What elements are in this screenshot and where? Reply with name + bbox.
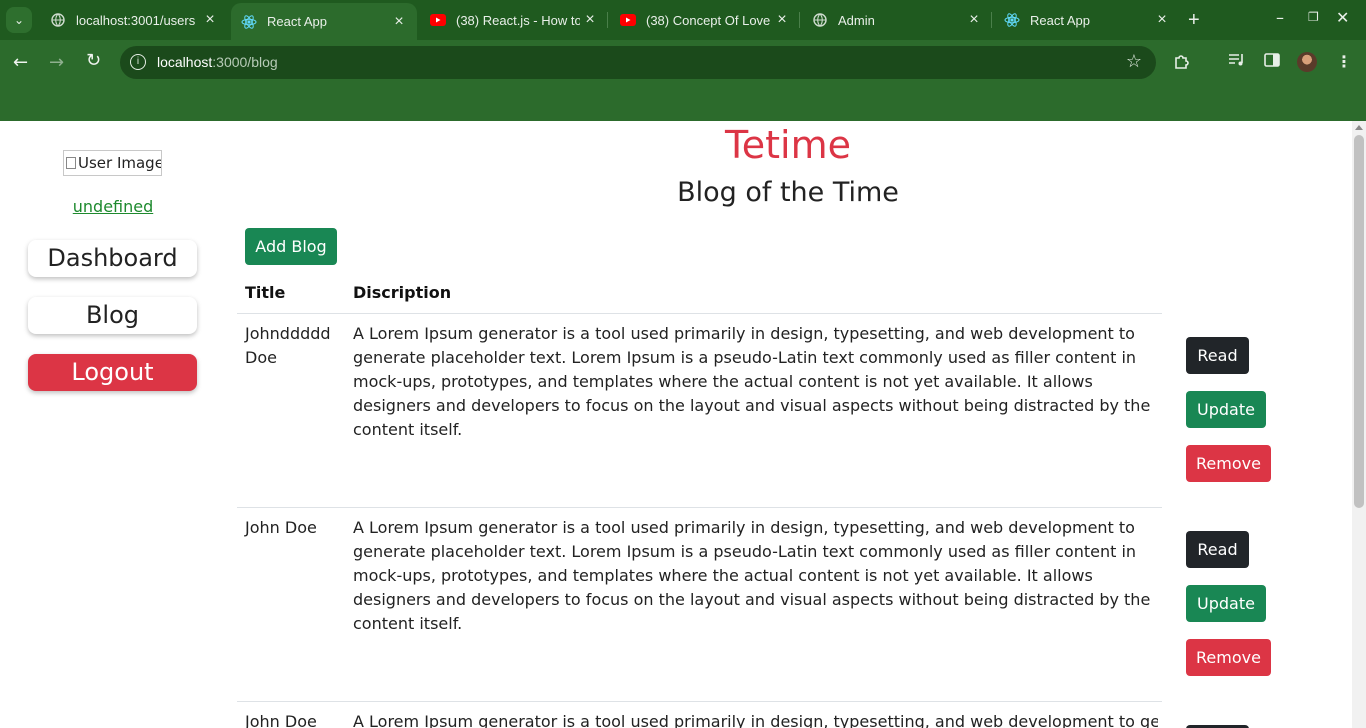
profile-avatar[interactable] [1297,52,1317,72]
close-tab-icon[interactable]: × [580,11,600,29]
close-tab-icon[interactable]: × [964,11,984,29]
tab-title: (38) Concept Of Love [646,12,771,28]
page-scrollbar[interactable] [1352,121,1366,728]
table-row-divider [237,507,1162,508]
close-tab-icon[interactable]: × [389,13,409,31]
new-tab-icon[interactable]: + [1188,9,1200,32]
column-header-description: Discription [353,283,452,302]
scroll-up-arrow-icon[interactable] [1355,125,1363,130]
react-icon [241,14,257,30]
globe-icon [50,12,66,28]
tab-title: (38) React.js - How to [456,12,580,28]
forward-icon[interactable]: → [49,52,64,73]
table-cell-description: A Lorem Ipsum generator is a tool used p… [353,518,1151,633]
tab-title: React App [1030,12,1090,28]
logout-button[interactable]: Logout [28,354,197,391]
remove-button[interactable]: Remove [1186,445,1271,482]
minimize-icon[interactable]: – [1276,8,1284,27]
site-info-icon[interactable]: i [130,54,146,70]
site-brand: Tetime [725,123,851,167]
back-icon[interactable]: ← [13,52,28,73]
maximize-icon[interactable]: ❐ [1308,10,1319,24]
tab-title: React App [267,14,327,29]
tab-strip: ⌄ localhost:3001/users × React App × (38… [0,0,1366,40]
url-text: localhost:3000/blog [157,54,278,70]
react-icon [1004,12,1020,28]
column-header-title: Title [245,283,286,302]
tab-title: localhost:3001/users [76,12,196,28]
extensions-icon[interactable] [1173,52,1191,74]
update-button[interactable]: Update [1186,585,1266,622]
tab-localhost-users[interactable]: localhost:3001/users × [40,0,228,40]
side-panel-icon[interactable] [1264,52,1280,72]
table-cell-description: A Lorem Ipsum generator is a tool used p… [353,712,1158,728]
table-cell-title: John Doe [245,518,317,537]
table-cell-description: A Lorem Ipsum generator is a tool used p… [353,324,1151,439]
user-image: User Image [63,150,162,176]
address-bar[interactable]: i localhost:3000/blog ☆ [120,46,1156,79]
broken-image-icon [66,157,76,169]
nav-blog-button[interactable]: Blog [28,297,197,334]
tab-admin[interactable]: Admin × [802,0,992,40]
user-name-link[interactable]: undefined [0,197,226,216]
remove-button[interactable]: Remove [1186,639,1271,676]
media-control-icon[interactable] [1228,52,1246,72]
update-button[interactable]: Update [1186,391,1266,428]
tab-youtube-love[interactable]: (38) Concept Of Love × [610,0,800,40]
close-window-icon[interactable]: ✕ [1336,8,1349,27]
tab-youtube-react[interactable]: (38) React.js - How to × [420,0,608,40]
page-title: Blog of the Time [677,177,899,208]
sidebar: User Image undefined Dashboard Blog Logo… [0,121,226,728]
tab-react-app-2[interactable]: React App × [994,0,1180,40]
table-cell-title: Johnddddd Doe [245,324,331,367]
table-cell-title: John Doe [245,712,317,728]
chevron-down-icon: ⌄ [13,13,25,27]
tab-title: Admin [838,12,875,28]
table-row-divider [237,701,1162,702]
more-menu-icon[interactable]: ⋮ [1336,52,1352,71]
scrollbar-thumb[interactable] [1354,135,1364,508]
globe-icon [812,12,828,28]
close-tab-icon[interactable]: × [1152,11,1172,29]
bookmark-star-icon[interactable]: ☆ [1126,51,1142,72]
read-button[interactable]: Read [1186,337,1249,374]
table-row-divider [237,313,1162,314]
tab-react-app-active[interactable]: React App × [231,3,417,40]
browser-toolbar: ← → ↻ i localhost:3000/blog ☆ ⋮ [0,40,1366,85]
add-blog-button[interactable]: Add Blog [245,228,337,265]
close-tab-icon[interactable]: × [772,11,792,29]
youtube-icon [620,12,636,28]
read-button[interactable]: Read [1186,531,1249,568]
nav-dashboard-button[interactable]: Dashboard [28,240,197,277]
bookmark-bar [0,85,1366,121]
reload-icon[interactable]: ↻ [86,50,101,71]
youtube-icon [430,12,446,28]
close-tab-icon[interactable]: × [200,11,220,29]
tab-search-button[interactable]: ⌄ [6,7,32,33]
page-viewport: User Image undefined Dashboard Blog Logo… [0,121,1352,728]
